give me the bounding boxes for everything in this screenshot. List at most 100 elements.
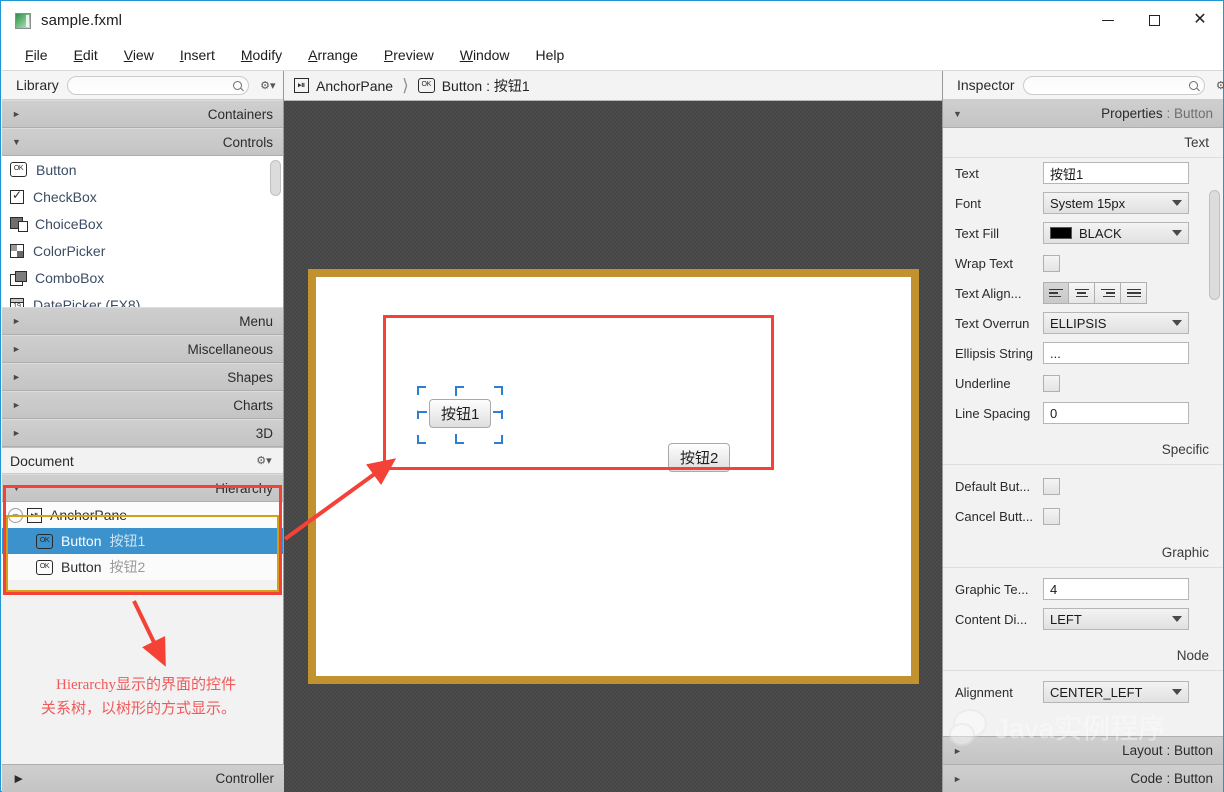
library-section-charts[interactable]: ► Charts	[2, 391, 283, 419]
tree-row[interactable]: OK Button 按钮2	[2, 554, 283, 580]
library-item-combobox[interactable]: ComboBox	[2, 264, 283, 291]
library-section-controls[interactable]: ▼ Controls	[2, 128, 283, 156]
text-fill-select[interactable]: BLACK	[1043, 222, 1189, 244]
code-target: Button	[1173, 771, 1213, 786]
library-search-input[interactable]	[67, 78, 233, 92]
prop-row-graphic-text-gap: Graphic Te... 4	[943, 574, 1223, 604]
library-item-checkbox[interactable]: CheckBox	[2, 183, 283, 210]
library-section-menu[interactable]: ► Menu	[2, 307, 283, 335]
menu-view[interactable]: View	[115, 43, 163, 67]
menu-file[interactable]: File	[16, 43, 57, 67]
inspector-search[interactable]	[1022, 75, 1205, 95]
canvas-button-2[interactable]: 按钮2	[668, 443, 731, 472]
menu-help[interactable]: Help	[527, 43, 574, 67]
menu-window[interactable]: Window	[451, 43, 519, 67]
cancel-button-checkbox[interactable]	[1043, 507, 1060, 525]
section-title-node: Node	[943, 641, 1223, 671]
library-section-containers[interactable]: ► Containers	[2, 100, 283, 128]
window-title: sample.fxml	[41, 12, 123, 29]
underline-checkbox[interactable]	[1043, 374, 1060, 392]
collapse-icon[interactable]: −	[8, 507, 23, 523]
controller-section-header[interactable]: ► Controller	[2, 764, 284, 792]
library-item-colorpicker[interactable]: ColorPicker	[2, 237, 283, 264]
anchorpane-icon: ⏯	[294, 78, 309, 93]
anchorpane-stage[interactable]: 按钮1 按钮2	[308, 269, 919, 684]
line-spacing-field[interactable]: 0	[1043, 402, 1189, 424]
library-item-datepicker[interactable]: 19 DatePicker (FX8)	[2, 291, 283, 307]
library-item-button[interactable]: OK Button	[2, 156, 283, 183]
library-section-3d[interactable]: ► 3D	[2, 419, 283, 447]
close-button[interactable]: ✕	[1177, 1, 1223, 39]
document-gear-icon[interactable]: ⚙▾	[253, 451, 275, 471]
ellipsis-string-field[interactable]: ...	[1043, 342, 1189, 364]
document-header: Document ⚙▾	[2, 447, 283, 474]
library-item-choicebox[interactable]: ChoiceBox	[2, 210, 283, 237]
text-field[interactable]: 按钮1	[1043, 162, 1189, 184]
align-justify-button[interactable]	[1121, 282, 1147, 304]
library-scrollbar-thumb[interactable]	[270, 160, 281, 196]
hierarchy-section-header[interactable]: ▼ Hierarchy	[2, 474, 283, 502]
menu-edit[interactable]: Edit	[65, 43, 107, 67]
library-gear-icon[interactable]: ⚙▾	[257, 75, 279, 95]
button-icon: OK	[417, 78, 435, 93]
library-item-label: CheckBox	[33, 188, 97, 205]
minimize-icon	[1102, 19, 1114, 21]
design-canvas[interactable]: 按钮1 按钮2	[284, 101, 942, 792]
library-section-miscellaneous[interactable]: ► Miscellaneous	[2, 335, 283, 363]
align-right-button[interactable]	[1095, 282, 1121, 304]
chevron-down-icon	[1172, 200, 1182, 206]
library-search[interactable]	[66, 75, 249, 95]
menu-modify[interactable]: Modify	[232, 43, 291, 67]
maximize-button[interactable]	[1131, 1, 1177, 39]
graphic-text-gap-field[interactable]: 4	[1043, 578, 1189, 600]
properties-prefix: Properties	[1101, 106, 1163, 121]
layout-section-header[interactable]: ► Layout : Button	[943, 736, 1223, 764]
library-section-label: Charts	[233, 397, 273, 413]
anchorpane-icon: ⏯	[27, 507, 42, 523]
controller-label: Controller	[215, 771, 274, 786]
search-icon	[1188, 80, 1198, 90]
alignment-select[interactable]: CENTER_LEFT	[1043, 681, 1189, 703]
prop-row-line-spacing: Line Spacing 0	[943, 398, 1223, 428]
tree-row[interactable]: − ⏯ AnchorPane	[2, 502, 283, 528]
tree-row[interactable]: OK Button 按钮1	[2, 528, 283, 554]
chevron-right-icon: ►	[12, 344, 21, 354]
text-overrun-select[interactable]: ELLIPSIS	[1043, 312, 1189, 334]
menu-preview[interactable]: Preview	[375, 43, 443, 67]
inspector-scrollbar-thumb[interactable]	[1209, 190, 1220, 300]
inspector-gear-icon[interactable]: ⚙▾	[1213, 75, 1224, 95]
chevron-down-icon	[1172, 230, 1182, 236]
menu-arrange[interactable]: Arrange	[299, 43, 367, 67]
content-display-select[interactable]: LEFT	[1043, 608, 1189, 630]
annotation-note-line-2: 关系树，以树形的方式显示。	[41, 701, 237, 717]
align-center-button[interactable]	[1069, 282, 1095, 304]
library-section-shapes[interactable]: ► Shapes	[2, 363, 283, 391]
button-icon: OK	[10, 162, 27, 177]
library-scrollbar[interactable]	[270, 160, 281, 303]
tree-node-value: 按钮2	[109, 559, 146, 575]
prop-label: Text Align...	[955, 285, 1022, 301]
tree-node-type: AnchorPane	[50, 507, 128, 523]
align-left-button[interactable]	[1043, 282, 1069, 304]
prop-label: Ellipsis String	[955, 345, 1034, 361]
inspector-scrollbar[interactable]	[1209, 190, 1220, 470]
canvas-button-1[interactable]: 按钮1	[429, 399, 492, 428]
properties-section-header[interactable]: ▼ Properties : Button	[943, 100, 1223, 128]
section-title-text: Text	[943, 128, 1223, 158]
prop-label: Content Di...	[955, 611, 1028, 627]
menu-insert[interactable]: Insert	[171, 43, 224, 67]
default-button-checkbox[interactable]	[1043, 477, 1060, 495]
inspector-search-input[interactable]	[1023, 78, 1189, 92]
code-section-header[interactable]: ► Code : Button	[943, 764, 1223, 792]
library-item-label: DatePicker (FX8)	[33, 296, 141, 308]
chevron-down-icon: ▼	[12, 483, 21, 493]
minimize-button[interactable]	[1085, 1, 1131, 39]
chevron-down-icon: ▼	[12, 137, 21, 147]
breadcrumb-item-anchorpane[interactable]: ⏯ AnchorPane	[294, 78, 393, 94]
chevron-right-icon: ►	[12, 109, 21, 119]
wrap-text-checkbox[interactable]	[1043, 254, 1060, 272]
library-header: Library ⚙▾	[2, 71, 283, 100]
font-select[interactable]: System 15px	[1043, 192, 1189, 214]
canvas-button-label: 按钮2	[680, 450, 719, 467]
breadcrumb-item-button[interactable]: OK Button : 按钮1	[417, 76, 530, 96]
